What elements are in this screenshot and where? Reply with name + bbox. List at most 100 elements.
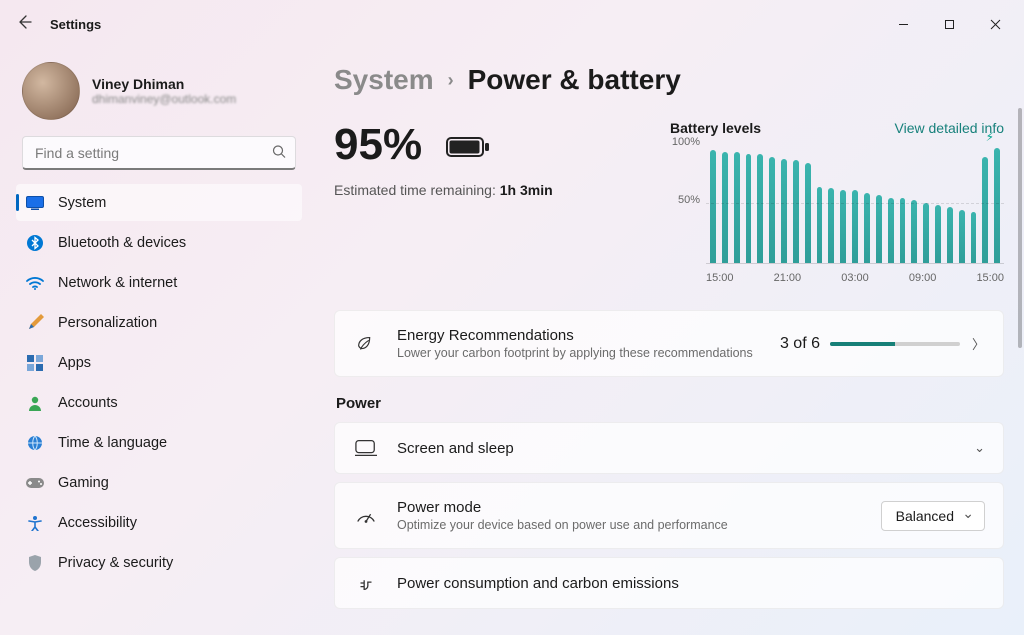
- est-label: Estimated time remaining:: [334, 182, 500, 198]
- sidebar-item-label: Gaming: [58, 475, 109, 491]
- chart-bar: [947, 207, 953, 263]
- chart-bar: [840, 190, 846, 263]
- carbon-card[interactable]: Power consumption and carbon emissions: [334, 557, 1004, 609]
- chevron-right-icon: ›: [448, 70, 454, 91]
- carbon-title: Power consumption and carbon emissions: [397, 575, 985, 592]
- energy-count: 3 of 6: [780, 335, 820, 353]
- minimize-icon: [898, 19, 909, 30]
- sidebar-item-bluetooth[interactable]: Bluetooth & devices: [16, 224, 302, 261]
- x-tick: 03:00: [841, 272, 869, 284]
- sidebar-item-label: Accessibility: [58, 515, 137, 531]
- chevron-down-icon: ⌄: [974, 440, 985, 456]
- chart-bar: [852, 190, 858, 263]
- sidebar-item-label: Apps: [58, 355, 91, 371]
- sidebar-item-shield[interactable]: Privacy & security: [16, 544, 302, 581]
- wifi-icon: [26, 274, 44, 292]
- est-value: 1h 3min: [500, 182, 553, 198]
- battery-summary: 95% Estimated time remaining: 1h 3min: [334, 120, 634, 284]
- chart-bar: [817, 187, 823, 263]
- search-icon: [272, 145, 286, 162]
- chart-bar: [805, 163, 811, 263]
- x-tick: 15:00: [706, 272, 734, 284]
- chart-bar: [793, 160, 799, 263]
- screen-icon: [353, 439, 379, 457]
- x-tick: 15:00: [976, 272, 1004, 284]
- minimize-button[interactable]: [880, 8, 926, 40]
- battery-chart-block: Battery levels View detailed info 100% 5…: [670, 120, 1004, 284]
- globe-icon: [26, 434, 44, 452]
- apps-icon: [26, 354, 44, 372]
- sidebar-item-apps[interactable]: Apps: [16, 344, 302, 381]
- screen-sleep-title: Screen and sleep: [397, 440, 956, 457]
- chart-bar: [923, 203, 929, 264]
- chart-bar: [971, 212, 977, 263]
- energy-desc: Lower your carbon footprint by applying …: [397, 346, 762, 360]
- shield-icon: [26, 554, 44, 572]
- nav: System Bluetooth & devices Network & inter…: [16, 184, 302, 581]
- sidebar-item-label: System: [58, 195, 106, 211]
- profile-block[interactable]: Viney Dhiman dhimanviney@outlook.com: [22, 62, 296, 120]
- energy-title: Energy Recommendations: [397, 327, 762, 344]
- chart-bar: [935, 205, 941, 263]
- x-tick: 09:00: [909, 272, 937, 284]
- brush-icon: [26, 314, 44, 332]
- battery-percent: 95%: [334, 120, 422, 170]
- back-button[interactable]: [6, 14, 42, 35]
- chart-bar: [757, 154, 763, 263]
- power-mode-desc: Optimize your device based on power use …: [397, 518, 863, 532]
- sidebar-item-label: Accounts: [58, 395, 118, 411]
- power-mode-card[interactable]: Power mode Optimize your device based on…: [334, 482, 1004, 549]
- battery-chart[interactable]: 100% 50% ⚡︎: [706, 142, 1004, 264]
- chart-bar: [710, 150, 716, 263]
- bluetooth-icon: [26, 234, 44, 252]
- account-icon: [26, 394, 44, 412]
- chart-bar: [911, 200, 917, 263]
- maximize-button[interactable]: [926, 8, 972, 40]
- sidebar-item-label: Time & language: [58, 435, 167, 451]
- chart-bar: [769, 157, 775, 263]
- chart-bar: [876, 195, 882, 263]
- power-mode-title: Power mode: [397, 499, 863, 516]
- sidebar-item-system[interactable]: System: [16, 184, 302, 221]
- sidebar-item-gamepad[interactable]: Gaming: [16, 464, 302, 501]
- maximize-icon: [944, 19, 955, 30]
- screen-and-sleep-card[interactable]: Screen and sleep ⌄: [334, 422, 1004, 474]
- chart-bar: [828, 188, 834, 263]
- sidebar-item-accessibility[interactable]: Accessibility: [16, 504, 302, 541]
- sidebar-item-wifi[interactable]: Network & internet: [16, 264, 302, 301]
- chart-bar: [781, 159, 787, 263]
- search-input[interactable]: [22, 136, 296, 170]
- sidebar-item-globe[interactable]: Time & language: [16, 424, 302, 461]
- avatar: [22, 62, 80, 120]
- sidebar-item-brush[interactable]: Personalization: [16, 304, 302, 341]
- main-content: System › Power & battery 95% Estimated t…: [312, 48, 1024, 635]
- breadcrumb-current: Power & battery: [468, 64, 681, 96]
- sidebar-item-label: Bluetooth & devices: [58, 235, 186, 251]
- sidebar: Viney Dhiman dhimanviney@outlook.com Sys…: [0, 48, 312, 635]
- chart-xaxis: 15:0021:0003:0009:0015:00: [706, 268, 1004, 284]
- sidebar-item-label: Privacy & security: [58, 555, 173, 571]
- energy-recommendations-card[interactable]: Energy Recommendations Lower your carbon…: [334, 310, 1004, 377]
- breadcrumb-root[interactable]: System: [334, 64, 434, 96]
- chart-title: Battery levels: [670, 120, 761, 136]
- sidebar-item-label: Network & internet: [58, 275, 177, 291]
- chart-bar: [982, 157, 988, 263]
- chart-bar: [900, 198, 906, 263]
- titlebar: Settings: [0, 0, 1024, 48]
- chart-bar: [734, 152, 740, 263]
- profile-email: dhimanviney@outlook.com: [92, 92, 236, 106]
- accessibility-icon: [26, 514, 44, 532]
- energy-progress: [830, 342, 960, 346]
- arrow-left-icon: [16, 14, 32, 30]
- leaf-icon: [353, 333, 379, 355]
- y-tick-100: 100%: [672, 136, 700, 148]
- power-mode-select[interactable]: Balanced: [881, 501, 985, 531]
- chart-bar: [959, 210, 965, 263]
- close-icon: [990, 19, 1001, 30]
- chart-bar: [746, 154, 752, 263]
- sidebar-item-label: Personalization: [58, 315, 157, 331]
- sidebar-item-account[interactable]: Accounts: [16, 384, 302, 421]
- scrollbar[interactable]: [1018, 108, 1022, 348]
- section-power-header: Power: [336, 395, 1004, 412]
- close-button[interactable]: [972, 8, 1018, 40]
